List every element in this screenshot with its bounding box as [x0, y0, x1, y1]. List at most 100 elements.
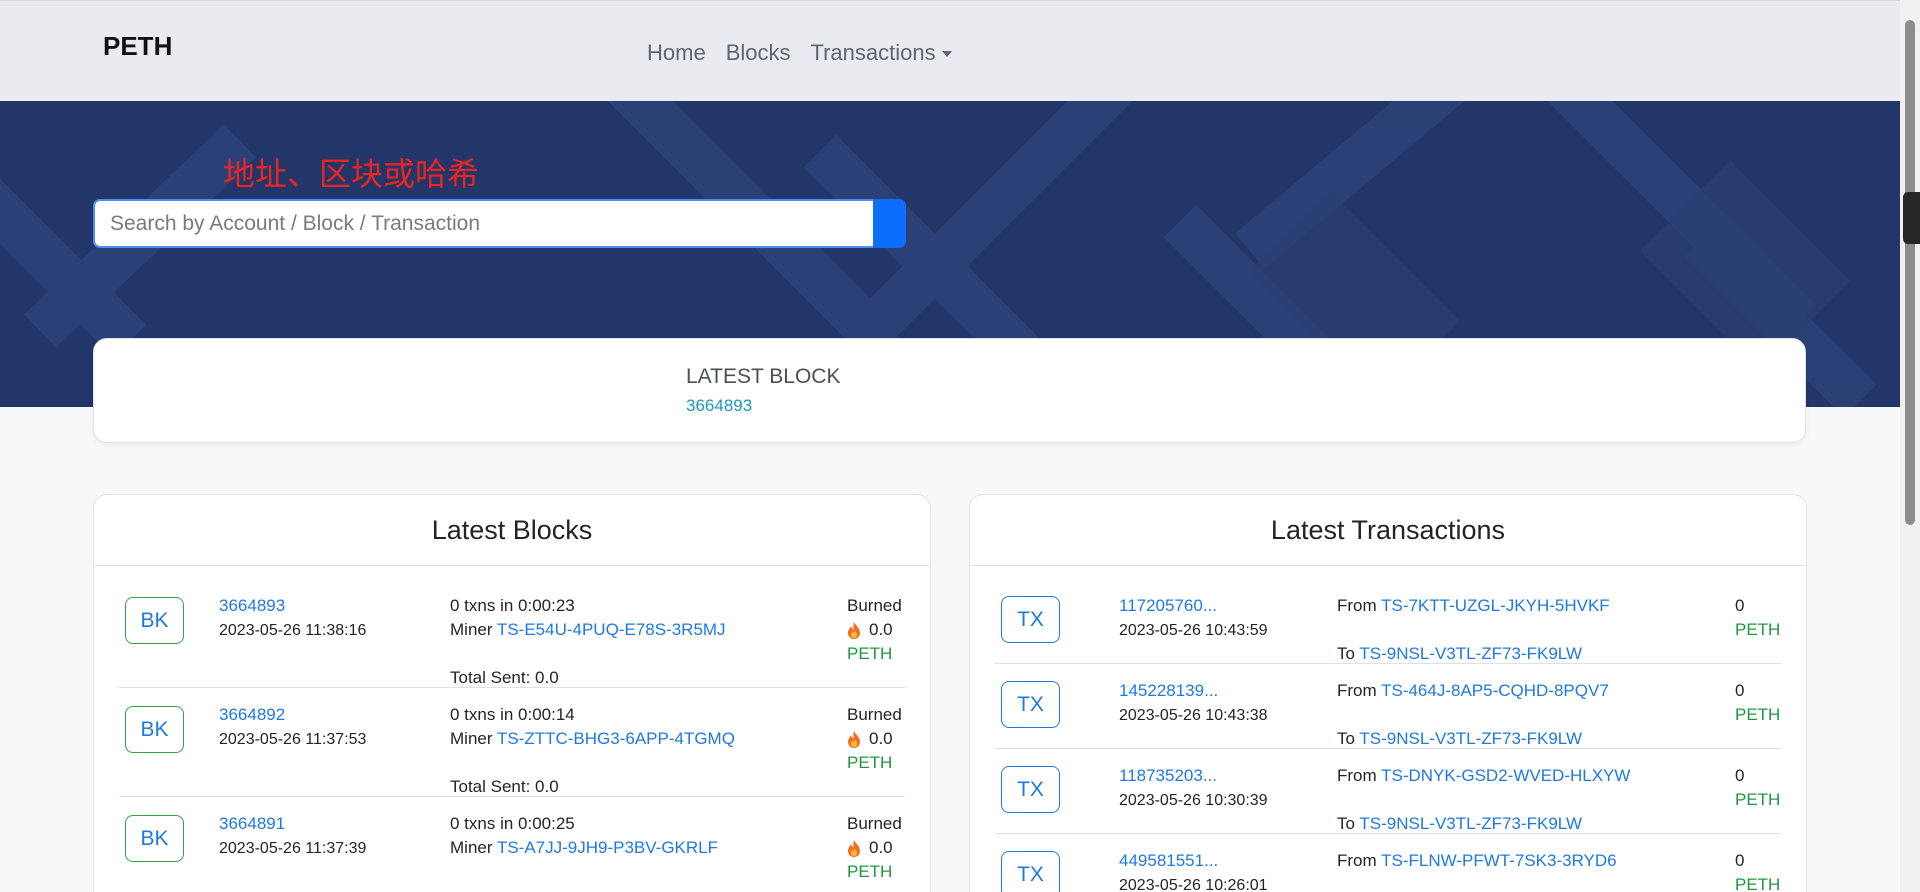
latest-transactions-panel: Latest Transactions TX 117205760... 2023… — [969, 494, 1807, 892]
transaction-unit: PETH — [1735, 790, 1781, 809]
brand-logo[interactable]: PETH — [103, 31, 172, 62]
block-timestamp: 2023-05-26 11:37:39 — [219, 840, 367, 857]
burned-value: 0.0 — [847, 729, 893, 749]
transaction-from: From TS-7KTT-UZGL-JKYH-5HVKF — [1337, 596, 1610, 616]
nav-transactions-dropdown[interactable]: Transactions — [810, 40, 952, 66]
main-nav: Home Blocks Transactions — [647, 40, 952, 66]
block-row: BK 3664892 2023-05-26 11:37:53 0 txns in… — [119, 688, 905, 797]
block-badge: BK — [125, 597, 184, 644]
to-address-link[interactable]: TS-9NSL-V3TL-ZF73-FK9LW — [1359, 644, 1582, 663]
block-badge: BK — [125, 815, 184, 862]
from-label: From — [1337, 766, 1377, 785]
miner-label: Miner — [450, 620, 493, 639]
block-total-sent: Total Sent: 0.0 — [450, 668, 559, 687]
transaction-timestamp: 2023-05-26 10:30:39 — [1119, 792, 1268, 809]
to-label: To — [1337, 729, 1355, 748]
nav-home[interactable]: Home — [647, 40, 706, 66]
to-address-link[interactable]: TS-9NSL-V3TL-ZF73-FK9LW — [1359, 729, 1582, 748]
transaction-badge: TX — [1001, 681, 1060, 728]
to-address-link[interactable]: TS-9NSL-V3TL-ZF73-FK9LW — [1359, 814, 1582, 833]
transaction-unit: PETH — [1735, 620, 1781, 639]
block-miner: Miner TS-E54U-4PUQ-E78S-3R5MJ — [450, 620, 726, 640]
burned-label: Burned — [847, 596, 902, 615]
transaction-to: To TS-9NSL-V3TL-ZF73-FK9LW — [1337, 814, 1582, 834]
transaction-from: From TS-DNYK-GSD2-WVED-HLXYW — [1337, 766, 1630, 786]
block-timestamp: 2023-05-26 11:38:16 — [219, 622, 367, 639]
block-row: BK 3664893 2023-05-26 11:38:16 0 txns in… — [119, 579, 905, 688]
page-scrollbar[interactable] — [1900, 0, 1920, 892]
from-label: From — [1337, 681, 1377, 700]
burned-value: 0.0 — [847, 620, 893, 640]
transaction-amount: 0 — [1735, 596, 1745, 615]
block-number-link[interactable]: 3664891 — [219, 814, 285, 834]
transaction-hash-link[interactable]: 118735203... — [1119, 766, 1217, 786]
search-bar — [93, 199, 906, 248]
from-label: From — [1337, 851, 1377, 870]
block-txn-summary: 0 txns in 0:00:23 — [450, 596, 575, 615]
transaction-hash-link[interactable]: 117205760... — [1119, 596, 1217, 616]
side-extension-widget[interactable] — [1903, 192, 1920, 244]
block-row: BK 3664891 2023-05-26 11:37:39 0 txns in… — [119, 797, 905, 892]
burned-amount: 0.0 — [869, 620, 893, 639]
nav-blocks[interactable]: Blocks — [726, 40, 791, 66]
top-navbar: PETH Home Blocks Transactions — [0, 0, 1900, 101]
block-total-sent: Total Sent: 0.0 — [450, 777, 559, 796]
burned-label: Burned — [847, 814, 902, 833]
from-address-link[interactable]: TS-464J-8AP5-CQHD-8PQV7 — [1381, 681, 1609, 700]
from-address-link[interactable]: TS-FLNW-PFWT-7SK3-3RYD6 — [1381, 851, 1617, 870]
latest-transactions-title: Latest Transactions — [970, 495, 1806, 566]
block-badge: BK — [125, 706, 184, 753]
chevron-down-icon — [941, 51, 952, 57]
transaction-row: TX 145228139... 2023-05-26 10:43:38 From… — [995, 664, 1781, 749]
latest-blocks-panel: Latest Blocks BK 3664893 2023-05-26 11:3… — [93, 494, 931, 892]
transaction-amount: 0 — [1735, 766, 1745, 785]
block-txn-summary: 0 txns in 0:00:14 — [450, 705, 575, 724]
blocks-list: BK 3664893 2023-05-26 11:38:16 0 txns in… — [94, 579, 930, 892]
from-address-link[interactable]: TS-DNYK-GSD2-WVED-HLXYW — [1381, 766, 1630, 785]
transaction-unit: PETH — [1735, 705, 1781, 724]
latest-block-label: LATEST BLOCK — [686, 365, 841, 388]
transaction-hash-link[interactable]: 145228139... — [1119, 681, 1218, 701]
transaction-badge: TX — [1001, 766, 1060, 813]
transaction-timestamp: 2023-05-26 10:43:59 — [1119, 622, 1268, 639]
miner-link[interactable]: TS-A7JJ-9JH9-P3BV-GKRLF — [497, 838, 718, 857]
search-button[interactable] — [873, 199, 906, 248]
transaction-unit: PETH — [1735, 875, 1781, 892]
block-number-link[interactable]: 3664892 — [219, 705, 285, 725]
transaction-row: TX 118735203... 2023-05-26 10:30:39 From… — [995, 749, 1781, 834]
block-txn-summary: 0 txns in 0:00:25 — [450, 814, 575, 833]
from-address-link[interactable]: TS-7KTT-UZGL-JKYH-5HVKF — [1381, 596, 1610, 615]
burned-amount: 0.0 — [869, 838, 893, 857]
miner-label: Miner — [450, 838, 493, 857]
miner-link[interactable]: TS-E54U-4PUQ-E78S-3R5MJ — [497, 620, 726, 639]
nav-transactions-label: Transactions — [810, 40, 936, 65]
burned-unit: PETH — [847, 644, 893, 663]
flame-icon — [848, 621, 860, 639]
scrollbar-thumb[interactable] — [1905, 20, 1915, 525]
latest-block-value[interactable]: 3664893 — [686, 396, 752, 416]
transaction-badge: TX — [1001, 851, 1060, 892]
flame-icon — [848, 730, 860, 748]
block-miner: Miner TS-A7JJ-9JH9-P3BV-GKRLF — [450, 838, 718, 858]
block-timestamp: 2023-05-26 11:37:53 — [219, 731, 367, 748]
transactions-list: TX 117205760... 2023-05-26 10:43:59 From… — [970, 579, 1806, 892]
transaction-from: From TS-FLNW-PFWT-7SK3-3RYD6 — [1337, 851, 1617, 871]
transaction-to: To TS-9NSL-V3TL-ZF73-FK9LW — [1337, 729, 1582, 749]
miner-label: Miner — [450, 729, 493, 748]
block-number-link[interactable]: 3664893 — [219, 596, 285, 616]
transaction-timestamp: 2023-05-26 10:26:01 — [1119, 877, 1268, 892]
burned-unit: PETH — [847, 753, 893, 772]
burned-amount: 0.0 — [869, 729, 893, 748]
transaction-row: TX 449581551... 2023-05-26 10:26:01 From… — [995, 834, 1781, 892]
block-miner: Miner TS-ZTTC-BHG3-6APP-4TGMQ — [450, 729, 735, 749]
search-input[interactable] — [93, 199, 873, 248]
transaction-hash-link[interactable]: 449581551... — [1119, 851, 1218, 871]
miner-link[interactable]: TS-ZTTC-BHG3-6APP-4TGMQ — [497, 729, 735, 748]
burned-value: 0.0 — [847, 838, 893, 858]
transaction-to: To TS-9NSL-V3TL-ZF73-FK9LW — [1337, 644, 1582, 664]
search-hint-text: 地址、区块或哈希 — [223, 156, 480, 192]
latest-block-summary-card: LATEST BLOCK 3664893 — [93, 338, 1806, 443]
to-label: To — [1337, 644, 1355, 663]
transaction-row: TX 117205760... 2023-05-26 10:43:59 From… — [995, 579, 1781, 664]
transaction-amount: 0 — [1735, 851, 1745, 870]
